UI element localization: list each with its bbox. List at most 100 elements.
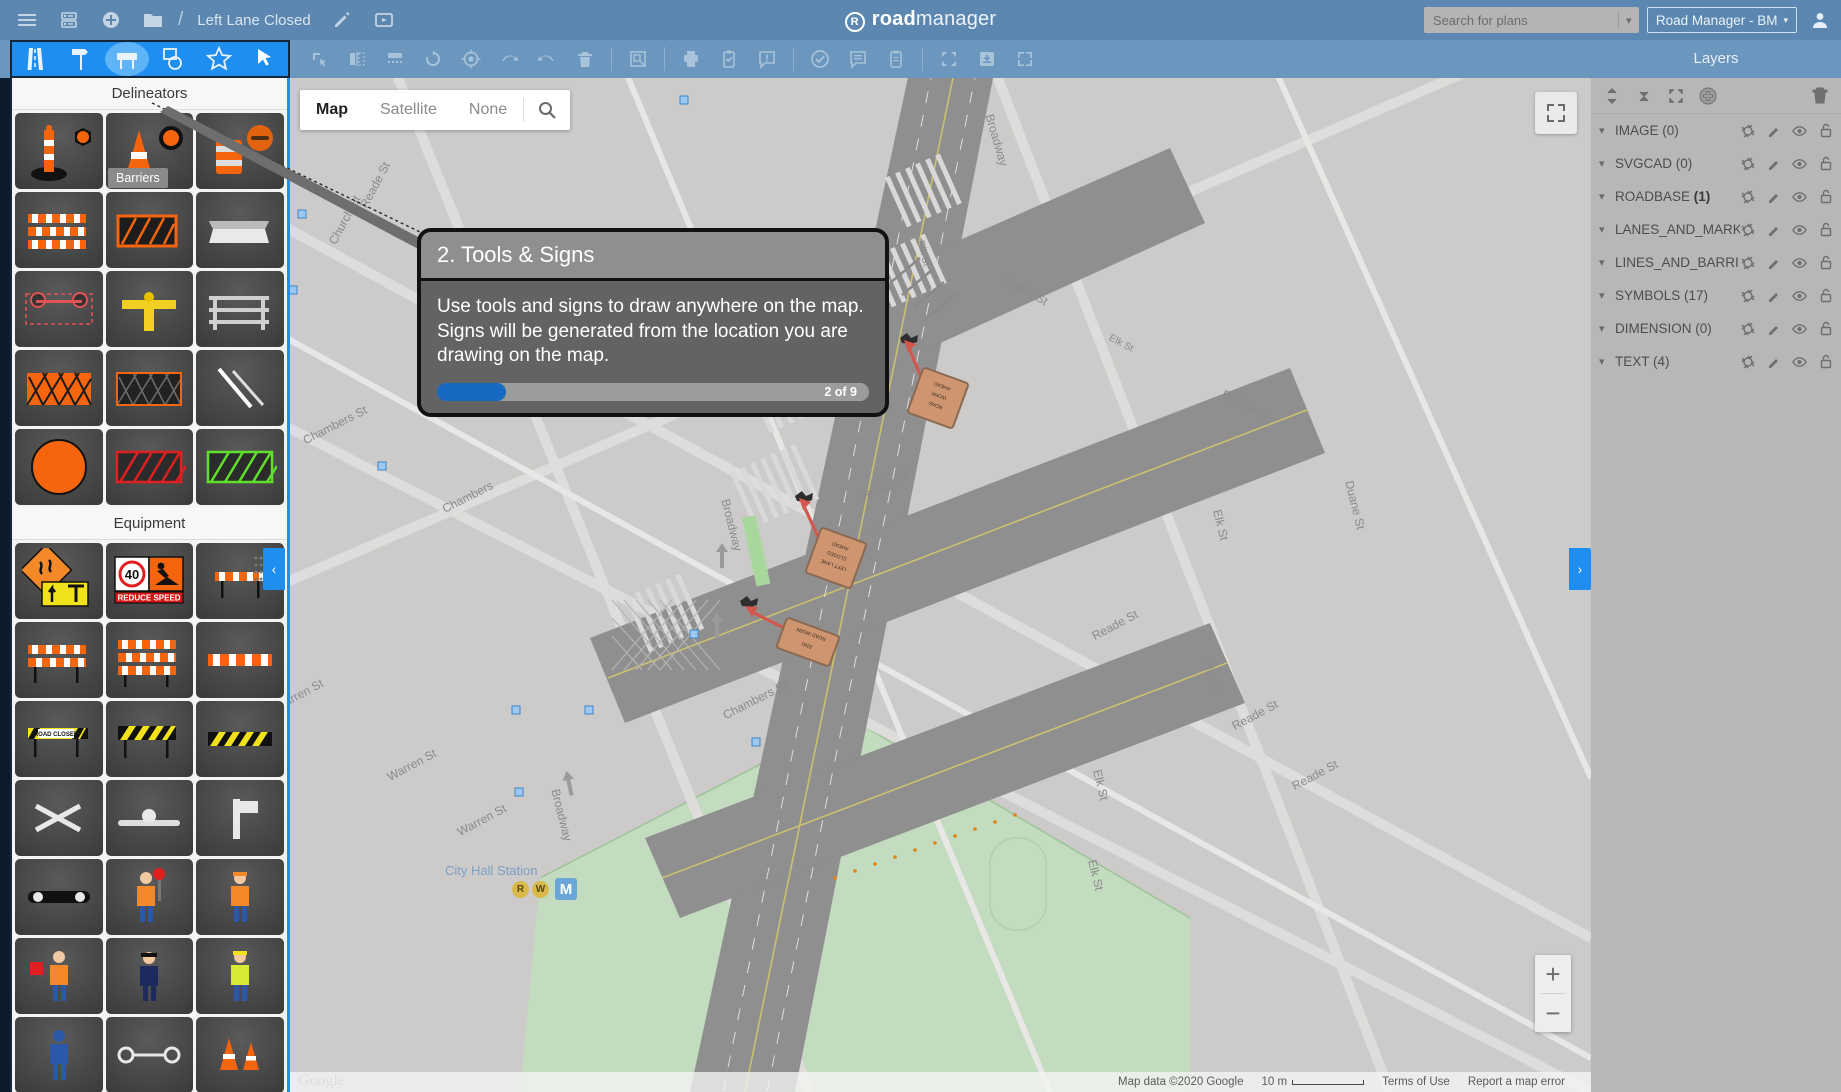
- select-layer-icon[interactable]: [1740, 189, 1755, 204]
- layer-row[interactable]: ▾ LINES_AND_BARRI: [1591, 246, 1841, 279]
- palette-item-cone-line[interactable]: [15, 271, 103, 347]
- visibility-eye-icon[interactable]: [1792, 156, 1807, 171]
- palette-item-plastic-fence-barrier[interactable]: [105, 192, 194, 268]
- align-icon[interactable]: [376, 40, 414, 78]
- lock-layer-icon[interactable]: [1818, 189, 1833, 204]
- rotate-icon[interactable]: [414, 40, 452, 78]
- report-map-error-link[interactable]: Report a map error: [1468, 1076, 1565, 1088]
- palette-item-tape-roll[interactable]: [15, 859, 103, 935]
- palette-item-safety-fence-dark[interactable]: [105, 350, 194, 426]
- select-layer-icon[interactable]: [1740, 354, 1755, 369]
- visibility-eye-icon[interactable]: [1792, 123, 1807, 138]
- palette-item-safety-fence-orange[interactable]: [15, 350, 103, 426]
- delete-layer-icon[interactable]: [1809, 83, 1831, 109]
- palette-item-tubular-marker[interactable]: [15, 113, 103, 189]
- lock-layer-icon[interactable]: [1818, 222, 1833, 237]
- terms-of-use-link[interactable]: Terms of Use: [1382, 1076, 1450, 1088]
- move-up-down-icon[interactable]: [1601, 83, 1623, 109]
- clipboard-icon[interactable]: [877, 40, 915, 78]
- tab-favorites[interactable]: [197, 42, 241, 76]
- palette-item-hatched-area-red[interactable]: [105, 429, 194, 505]
- palette-item-grey-fence[interactable]: [196, 271, 284, 347]
- approve-check-icon[interactable]: [801, 40, 839, 78]
- palette-item-t-delineator[interactable]: [105, 271, 194, 347]
- edit-pencil-icon[interactable]: [321, 0, 363, 40]
- delete-trash-icon[interactable]: [566, 40, 604, 78]
- target-icon[interactable]: [452, 40, 490, 78]
- add-layer-icon[interactable]: [1697, 83, 1719, 109]
- edit-layer-icon[interactable]: [1766, 156, 1781, 171]
- edit-layer-icon[interactable]: [1766, 189, 1781, 204]
- undo-icon[interactable]: [490, 40, 528, 78]
- hamburger-menu-icon[interactable]: [6, 0, 48, 40]
- edit-layer-icon[interactable]: [1766, 123, 1781, 138]
- map-search-icon[interactable]: [524, 90, 570, 130]
- palette-item-worker-figure[interactable]: [196, 859, 284, 935]
- database-icon[interactable]: [48, 0, 90, 40]
- fit-icon[interactable]: [1665, 83, 1687, 109]
- map-type-none[interactable]: None: [453, 90, 523, 130]
- visibility-eye-icon[interactable]: [1792, 288, 1807, 303]
- palette-item-police-officer[interactable]: [105, 938, 194, 1014]
- fullscreen-icon[interactable]: [1006, 40, 1044, 78]
- select-layer-icon[interactable]: [1740, 156, 1755, 171]
- alert-comment-icon[interactable]: [748, 40, 786, 78]
- layer-row[interactable]: ▾ DIMENSION (0): [1591, 312, 1841, 345]
- map-fullscreen-icon[interactable]: [1535, 92, 1577, 134]
- lock-layer-icon[interactable]: [1818, 255, 1833, 270]
- notes-icon[interactable]: [839, 40, 877, 78]
- mirror-icon[interactable]: [338, 40, 376, 78]
- user-avatar-icon[interactable]: [1805, 0, 1835, 40]
- visibility-eye-icon[interactable]: [1792, 354, 1807, 369]
- tab-roads[interactable]: [13, 42, 57, 76]
- search-input[interactable]: [1423, 12, 1618, 28]
- palette-item-crossing-marker[interactable]: [15, 780, 103, 856]
- visibility-eye-icon[interactable]: [1792, 255, 1807, 270]
- chevron-down-icon[interactable]: ▾: [1599, 190, 1615, 203]
- select-layer-icon[interactable]: [1740, 321, 1755, 336]
- palette-item-reduce-speed-40-sign[interactable]: 40 REDUCE SPEED: [105, 543, 194, 619]
- map-type-satellite[interactable]: Satellite: [364, 90, 453, 130]
- select-region-icon[interactable]: [300, 40, 338, 78]
- search-plans-box[interactable]: ▾: [1423, 7, 1639, 33]
- present-icon[interactable]: [363, 0, 405, 40]
- account-switcher-button[interactable]: Road Manager - BM ▾: [1646, 7, 1797, 33]
- map-type-map[interactable]: Map: [300, 90, 364, 130]
- lock-layer-icon[interactable]: [1818, 354, 1833, 369]
- palette-item-hatched-area-green[interactable]: [196, 429, 284, 505]
- palette-item-barricade-yellow-black[interactable]: [105, 701, 194, 777]
- palette-item-closure-disc[interactable]: [15, 429, 103, 505]
- chevron-down-icon[interactable]: ▾: [1599, 289, 1615, 302]
- print-icon[interactable]: [672, 40, 710, 78]
- palette-item-pedestrian-figure[interactable]: [15, 1017, 103, 1092]
- collapse-left-panel-button[interactable]: ‹: [263, 548, 285, 590]
- visibility-eye-icon[interactable]: [1792, 189, 1807, 204]
- lock-layer-icon[interactable]: [1818, 288, 1833, 303]
- layer-row[interactable]: ▾ SVGCAD (0): [1591, 147, 1841, 180]
- palette-item-drum-barrel[interactable]: [196, 113, 284, 189]
- expand-arrows-icon[interactable]: [930, 40, 968, 78]
- zoom-in-button[interactable]: +: [1535, 955, 1571, 993]
- tab-shapes[interactable]: [151, 42, 195, 76]
- select-layer-icon[interactable]: [1740, 255, 1755, 270]
- palette-item-type-1-barricade[interactable]: [15, 192, 103, 268]
- palette-item-cone-pair[interactable]: [196, 1017, 284, 1092]
- palette-item-chain-barrier[interactable]: [105, 1017, 194, 1092]
- palette-item-board-yellow-black[interactable]: [196, 701, 284, 777]
- zoom-out-button[interactable]: −: [1535, 994, 1571, 1032]
- tab-select[interactable]: [243, 42, 287, 76]
- palette-item-post-sign[interactable]: [196, 780, 284, 856]
- layer-row[interactable]: ▾ TEXT (4): [1591, 345, 1841, 378]
- palette-item-speed-hump[interactable]: [105, 780, 194, 856]
- chevron-down-icon[interactable]: ▾: [1599, 256, 1615, 269]
- palette-item-barricade-type-2[interactable]: [15, 622, 103, 698]
- palette-item-jersey-barrier[interactable]: [196, 192, 284, 268]
- redo-icon[interactable]: [528, 40, 566, 78]
- palette-item-flagger-stop-slow[interactable]: [105, 859, 194, 935]
- folder-icon[interactable]: [132, 0, 174, 40]
- download-box-icon[interactable]: [968, 40, 1006, 78]
- palette-item-lane-shift-sign[interactable]: [15, 543, 103, 619]
- chevron-down-icon[interactable]: ▾: [1599, 157, 1615, 170]
- select-layer-icon[interactable]: [1740, 123, 1755, 138]
- visibility-eye-icon[interactable]: [1792, 222, 1807, 237]
